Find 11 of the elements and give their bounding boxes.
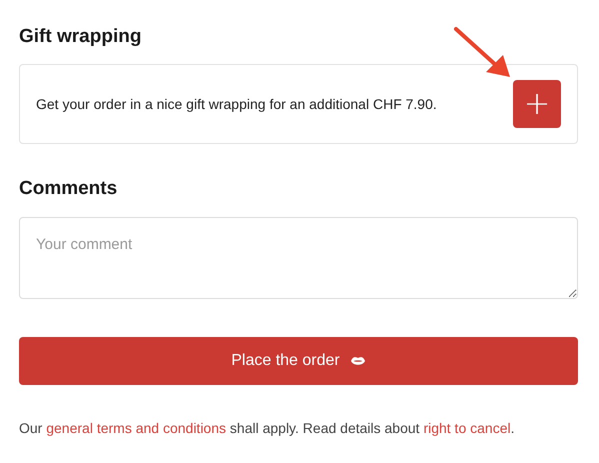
terms-link[interactable]: general terms and conditions bbox=[46, 420, 226, 436]
section-heading: Comments bbox=[19, 178, 118, 200]
terms-link[interactable]: right to cancel bbox=[423, 420, 511, 436]
gift-description: Get your order in a nice gift wrapping for an additional CHF 7.90. bbox=[36, 96, 437, 112]
add-button[interactable]: + bbox=[513, 80, 561, 128]
terms-notice: Our general terms and conditions shall apply. Read details about right to cancel. bbox=[19, 420, 516, 436]
section-heading: Gift wrapping bbox=[19, 26, 142, 48]
comment-field[interactable]: Your comment bbox=[19, 217, 578, 299]
place-order-button[interactable]: Place the order bbox=[19, 337, 578, 385]
arrow-icon bbox=[454, 27, 512, 79]
lips-icon bbox=[350, 356, 366, 366]
